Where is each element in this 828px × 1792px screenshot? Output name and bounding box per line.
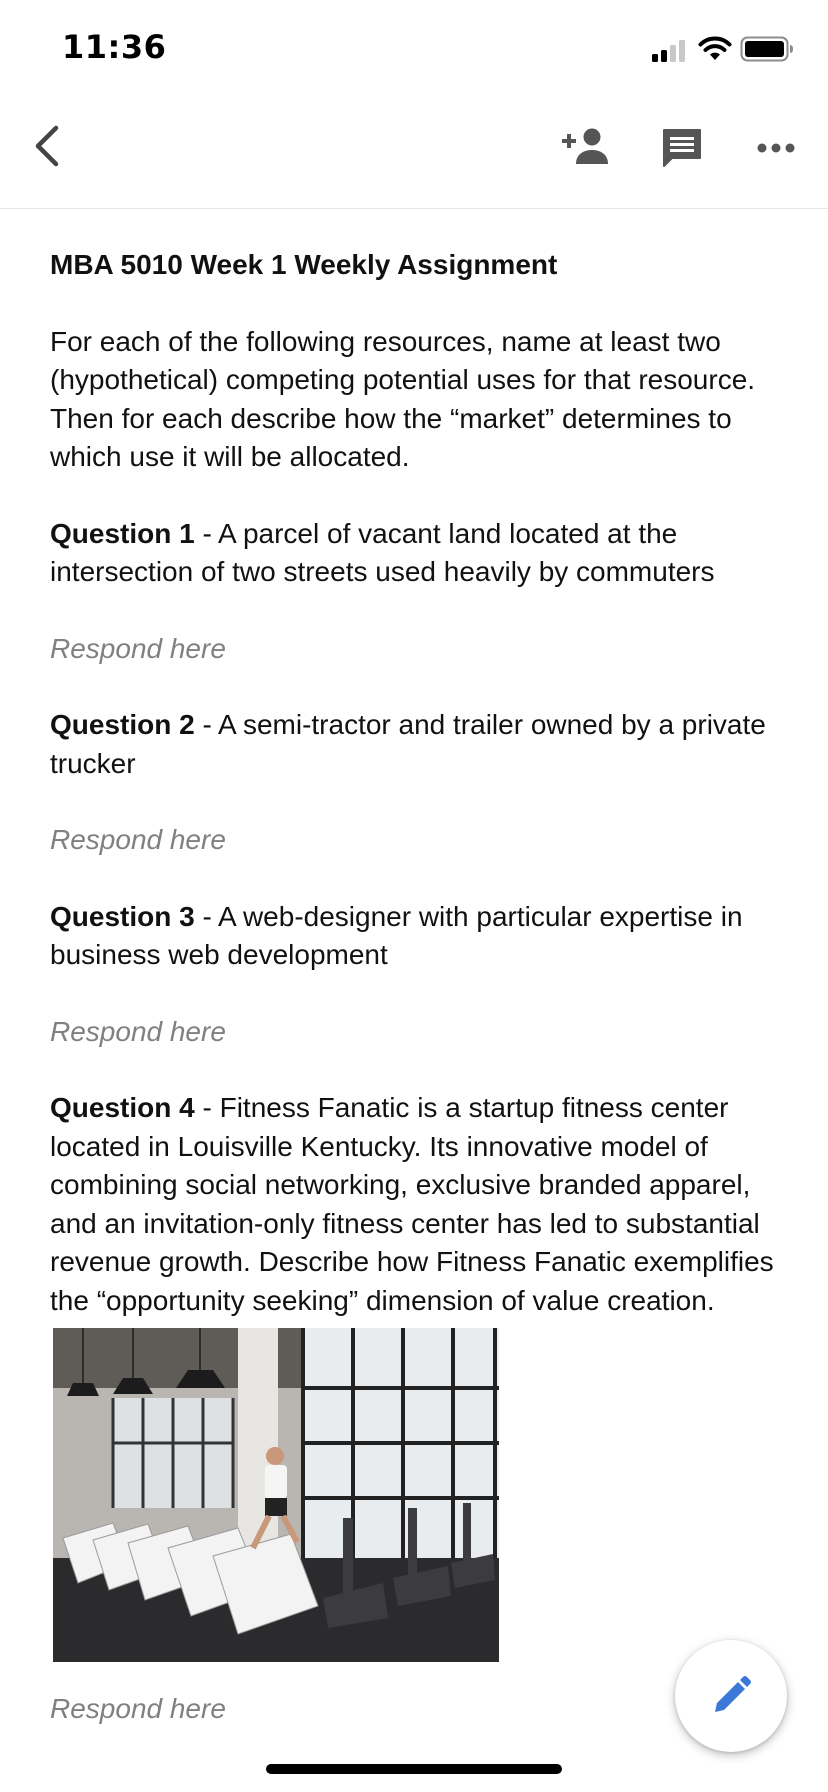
home-indicator[interactable] (266, 1764, 562, 1774)
edit-pencil-icon (715, 1676, 751, 1712)
response-field[interactable]: Respond here (50, 1013, 780, 1052)
question-3: Question 3 - A web-designer with particu… (50, 898, 780, 975)
question-label: Question 4 (50, 1092, 195, 1123)
top-toolbar (0, 96, 828, 209)
cellular-signal-icon (652, 40, 685, 62)
question-label: Question 3 (50, 900, 195, 932)
response-field[interactable]: Respond here (50, 1690, 780, 1729)
wifi-icon (698, 36, 732, 60)
add-person-icon[interactable] (560, 126, 612, 166)
status-time: 11:36 (62, 28, 167, 66)
more-horizontal-icon[interactable] (756, 136, 796, 160)
battery-icon (740, 36, 793, 62)
back-arrow-icon[interactable] (26, 120, 70, 172)
question-2: Question 2 - A semi-tractor and trailer … (50, 706, 780, 783)
question-text: - Fitness Fanatic is a startup fitness c… (50, 1092, 774, 1316)
question-label: Question 2 (50, 709, 195, 740)
question-1: Question 1 - A parcel of vacant land loc… (50, 515, 780, 592)
question-4: Question 4 - Fitness Fanatic is a startu… (50, 1089, 780, 1320)
status-bar: 11:36 (0, 0, 828, 96)
comment-icon[interactable] (660, 126, 704, 170)
question-label: Question 1 (50, 517, 195, 549)
response-field[interactable]: Respond here (50, 630, 780, 669)
edit-button[interactable] (675, 1640, 787, 1752)
document-body[interactable]: MBA 5010 Week 1 Weekly Assignment For ea… (50, 238, 780, 1729)
fitness-center-photo (53, 1328, 499, 1662)
intro-paragraph: For each of the following resources, nam… (50, 325, 756, 473)
document-title: MBA 5010 Week 1 Weekly Assignment (50, 249, 558, 280)
response-field[interactable]: Respond here (50, 821, 780, 860)
